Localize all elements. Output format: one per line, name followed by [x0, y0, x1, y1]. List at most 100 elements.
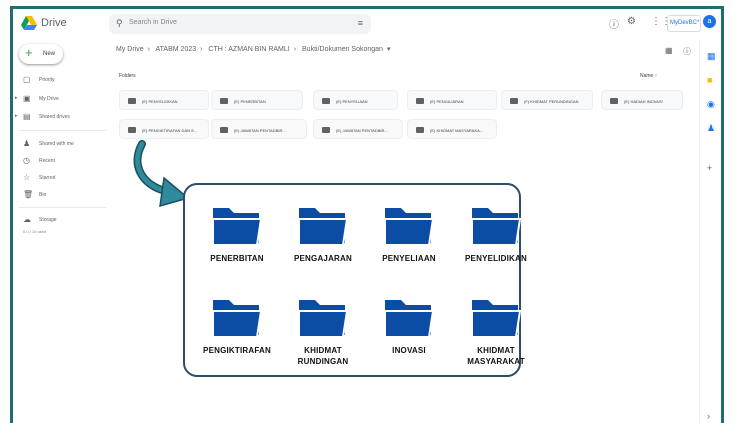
folder-icon	[322, 127, 330, 133]
folder-label: PENGIKTIRAFAN	[203, 346, 271, 355]
folder-icon	[510, 98, 518, 104]
folder-item[interactable]	[381, 205, 437, 247]
breadcrumb-item[interactable]: My Drive	[116, 46, 144, 53]
folder-item[interactable]	[209, 297, 265, 339]
new-button[interactable]: + New	[19, 44, 63, 64]
tasks-icon[interactable]: ◉	[707, 99, 715, 109]
folder-name: (E) JAWATAN PENTADBIR...	[336, 128, 388, 133]
keep-icon[interactable]: ■	[707, 75, 712, 85]
contacts-icon[interactable]: ♟	[707, 123, 715, 133]
help-icon[interactable]: ⓘ	[609, 16, 619, 31]
arrow-up-icon: ↑	[654, 73, 658, 79]
plus-icon: +	[25, 45, 33, 60]
folder-icon	[212, 300, 263, 338]
folder-card[interactable]: (E) KHIDMAT MASYARAKA...	[407, 119, 497, 139]
sidebar-item-shared-with-me[interactable]: ♟ Shared with me	[13, 137, 109, 151]
add-addon-icon[interactable]: +	[707, 163, 712, 173]
sort-button[interactable]: Name ↑	[640, 73, 657, 79]
folder-label: PENYELIDIKAN	[465, 254, 527, 263]
folder-item[interactable]	[381, 297, 437, 339]
search-icon: ⚲	[116, 18, 123, 28]
drive-logo-icon	[21, 16, 37, 30]
folder-icon	[220, 98, 228, 104]
sidebar-item-priority[interactable]: ▢ Priority	[13, 73, 109, 87]
sidebar-item-my-drive[interactable]: ▸ ▣ My Drive	[13, 92, 109, 106]
folder-item[interactable]	[209, 205, 265, 247]
folder-name: (E) JAWATAN PENTADBIR...	[234, 128, 286, 133]
folder-icon	[128, 98, 136, 104]
folder-icon	[298, 208, 349, 246]
sidebar-item-shared-drives[interactable]: ▸ ▤ Shared drives	[13, 110, 109, 124]
calendar-icon[interactable]: ▦	[707, 51, 716, 61]
folder-icon	[322, 98, 330, 104]
folder-label: PENERBITAN	[210, 254, 264, 263]
account-chip[interactable]: MyDevBC*	[667, 15, 701, 32]
folder-callout-panel: PENERBITAN PENGAJARAN PENYELIAAN PENYELIDIK…	[183, 183, 527, 377]
avatar[interactable]: a	[703, 15, 716, 28]
breadcrumb: My Drive › ATABM 2023 › CTH : AZMAN BIN RA…	[116, 45, 394, 53]
sidebar-item-recent[interactable]: ◷ Recent	[13, 154, 109, 168]
drive-icon: ▣	[23, 94, 31, 103]
sidebar-item-starred[interactable]: ☆ Starred	[13, 171, 109, 185]
top-bar: Drive ⚲ Search in Drive ≡ ⓘ ⚙ ⋮⋮ MyDevBC…	[13, 9, 721, 39]
new-button-label: New	[43, 51, 56, 57]
cloud-icon: ☁	[23, 215, 31, 224]
people-icon: ♟	[23, 139, 31, 148]
folder-icon	[128, 127, 136, 133]
folder-label: PENGAJARAN	[293, 254, 352, 263]
folder-card[interactable]: (E) HADIAH INOVASI	[601, 90, 683, 110]
folders-section-label: Folders	[119, 73, 136, 79]
folder-item[interactable]	[468, 205, 524, 247]
search-placeholder[interactable]: Search in Drive	[129, 19, 177, 26]
grid-view-icon[interactable]: ▦	[665, 46, 673, 55]
expand-icon[interactable]: ▸	[15, 113, 18, 119]
folder-card[interactable]: (E) PENYELIAAN	[313, 90, 398, 110]
chevron-right-icon[interactable]: ›	[707, 411, 710, 421]
folder-icon	[212, 208, 263, 246]
star-icon: ☆	[23, 173, 31, 182]
folder-card[interactable]: (E) JAWATAN PENTADBIR...	[211, 119, 307, 139]
folder-icon	[471, 300, 522, 338]
folder-item[interactable]	[295, 205, 351, 247]
chevron-down-icon[interactable]: ▾	[387, 46, 391, 53]
folder-card[interactable]: (E) PENGAJARAN	[407, 90, 497, 110]
storage-usage: 0.0 / 10 used	[23, 229, 47, 234]
sidebar-item-bin[interactable]: 🗑 Bin	[13, 188, 109, 202]
folder-icon	[298, 300, 349, 338]
folder-item[interactable]	[468, 297, 524, 339]
folder-name: (F) KHIDMAT PERUNDINGAN	[524, 99, 579, 104]
folder-icon	[220, 127, 228, 133]
chevron-right-icon: ›	[200, 46, 203, 53]
folder-icon	[384, 208, 435, 246]
folder-card[interactable]: (E) PENGIKTIRAFAN DAN S...	[119, 119, 209, 139]
folder-name: (E) PENGIKTIRAFAN DAN S...	[142, 128, 198, 133]
folder-icon	[384, 300, 435, 338]
sidebar-item-storage[interactable]: ☁ Storage	[13, 213, 109, 227]
folder-item[interactable]	[295, 297, 351, 339]
breadcrumb-item[interactable]: Bukti/Dokumen Sokongan	[302, 46, 383, 53]
settings-icon[interactable]: ⚙	[627, 16, 636, 27]
checkbox-icon: ▢	[23, 75, 31, 84]
folder-label: KHIDMAT RUNDINGAN	[297, 346, 349, 366]
search-bar[interactable]: ⚲ Search in Drive ≡	[109, 14, 371, 34]
breadcrumb-item[interactable]: CTH : AZMAN BIN RAMLI	[208, 46, 289, 53]
folder-card[interactable]: (E) JAWATAN PENTADBIR...	[313, 119, 403, 139]
folder-label: PENYELIAAN	[382, 254, 436, 263]
expand-icon[interactable]: ▸	[15, 95, 18, 101]
folder-name: (E) PENERBITAN	[234, 99, 266, 104]
folder-card[interactable]: (E) PENYELIDIKAN	[119, 90, 209, 110]
search-options-icon[interactable]: ≡	[358, 18, 363, 28]
folder-icon	[610, 98, 618, 104]
folder-card[interactable]: (F) KHIDMAT PERUNDINGAN	[501, 90, 593, 110]
app-name: Drive	[41, 17, 67, 29]
folder-card[interactable]: (E) PENERBITAN	[211, 90, 303, 110]
folder-label: INOVASI	[392, 346, 426, 355]
folder-icon	[416, 98, 424, 104]
folder-name: (E) PENYELIDIKAN	[142, 99, 178, 104]
sidebar-divider	[19, 207, 107, 208]
breadcrumb-item[interactable]: ATABM 2023	[156, 46, 197, 53]
info-icon[interactable]: ⓘ	[683, 46, 691, 57]
clock-icon: ◷	[23, 156, 30, 165]
side-panel-rail: ▦ ■ ◉ ♟ + ›	[699, 39, 721, 423]
folder-name: (E) HADIAH INOVASI	[624, 99, 663, 104]
